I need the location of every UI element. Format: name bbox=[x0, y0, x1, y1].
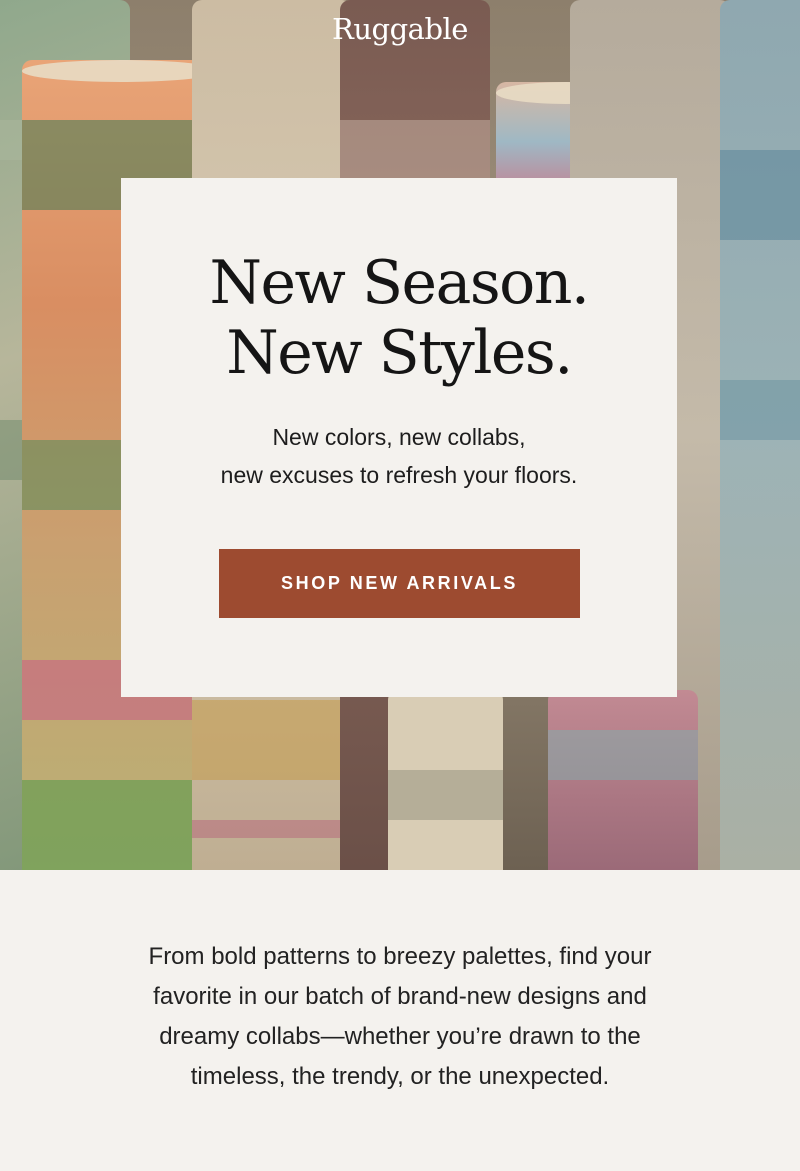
hero-card: New Season. New Styles. New colors, new … bbox=[121, 178, 677, 697]
headline-line-1: New Season. bbox=[209, 248, 590, 318]
headline-line-2: New Styles. bbox=[226, 318, 573, 388]
subhead-line-2: new excuses to refresh your floors. bbox=[220, 462, 578, 488]
rug-roll-blue bbox=[720, 0, 800, 870]
hero-subhead: New colors, new collabs, new excuses to … bbox=[121, 418, 677, 494]
body-line-4: timeless, the trendy, or the unexpected. bbox=[190, 1063, 610, 1090]
body-copy: From bold patterns to breezy palettes, f… bbox=[0, 937, 800, 1097]
body-line-3: dreamy collabs—whether you’re drawn to t… bbox=[159, 1023, 641, 1050]
ruggable-logo[interactable]: Ruggable bbox=[0, 12, 800, 46]
shop-new-arrivals-button[interactable]: SHOP NEW ARRIVALS bbox=[219, 549, 580, 618]
subhead-line-1: New colors, new collabs, bbox=[272, 424, 526, 450]
hero-headline: New Season. New Styles. bbox=[121, 248, 677, 388]
rug-roll-rose bbox=[548, 690, 698, 870]
hero-image[interactable]: Ruggable New Season. New Styles. New col… bbox=[0, 0, 800, 870]
rug-roll-cream bbox=[388, 690, 503, 870]
body-line-2: favorite in our batch of brand-new desig… bbox=[153, 983, 647, 1010]
body-line-1: From bold patterns to breezy palettes, f… bbox=[148, 943, 652, 970]
